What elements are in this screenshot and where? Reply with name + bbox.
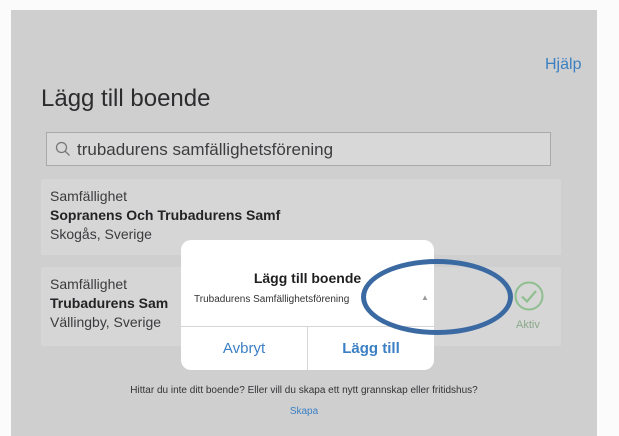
result-type: Samfällighet <box>50 188 128 204</box>
status-badge: Aktiv <box>516 319 540 331</box>
app-screen: Hjälp Lägg till boende trubadurens samfä… <box>11 10 597 436</box>
cancel-button[interactable]: Avbryt <box>181 327 307 370</box>
page-title: Lägg till boende <box>41 85 211 112</box>
create-link[interactable]: Skapa <box>11 406 597 417</box>
annotation-highlight-ring <box>361 259 513 335</box>
search-input[interactable]: trubadurens samfällighetsförening <box>46 132 551 166</box>
search-value: trubadurens samfällighetsförening <box>77 140 334 159</box>
help-link[interactable]: Hjälp <box>545 56 581 74</box>
result-name: Sopranens Och Trubadurens Samf <box>50 207 281 223</box>
check-circle-icon <box>514 281 544 311</box>
search-icon <box>55 141 70 156</box>
footer-prompt: Hittar du inte ditt boende? Eller vill d… <box>130 385 478 396</box>
